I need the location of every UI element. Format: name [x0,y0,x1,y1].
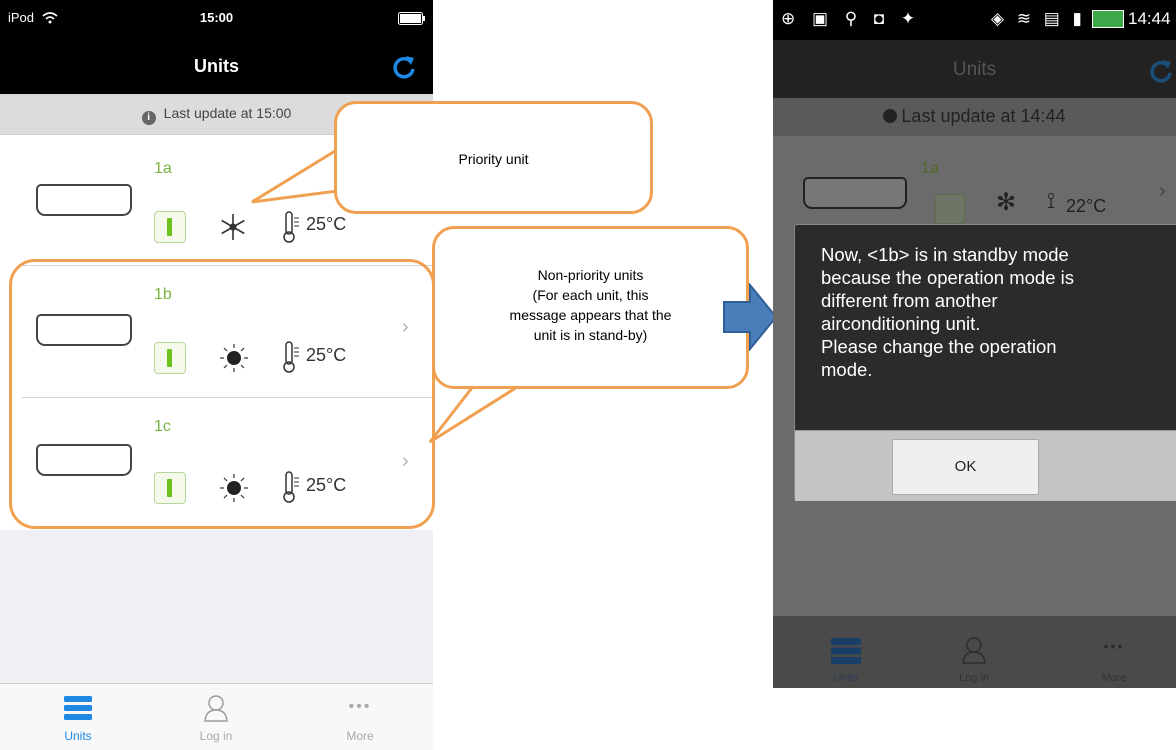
chevron-right-icon: › [1159,180,1166,202]
callout-line: (For each unit, this [532,287,649,303]
power-toggle[interactable] [935,194,965,224]
battery-icon [1092,10,1124,28]
callout-line: Non-priority units [537,267,644,283]
status-time: 14:44 [1128,9,1171,28]
ac-unit-icon [803,177,907,209]
tab-units[interactable]: Units [821,616,871,688]
last-update-row: Last update at 14:44 [773,106,1176,127]
dialog-line: Please change the operation [821,336,1057,357]
android-tab-bar: Units Log in ••• More [773,616,1176,688]
unit-row-1a[interactable]: 1a ✻ ⟟ 22°C › [773,136,1176,236]
page-title: Units [952,59,997,80]
info-icon [883,109,898,123]
standby-dialog: Now, <1b> is in standby mode because the… [794,224,1176,501]
dialog-message: Now, <1b> is in standby mode because the… [821,243,1166,381]
dialog-footer: OK [795,430,1176,501]
callout-text: Priority unit [458,151,529,167]
tab-label: Log in [959,672,989,684]
ok-button[interactable]: OK [892,439,1039,495]
callout-text-block: Non-priority units (For each unit, this … [435,265,746,345]
snowflake-icon: ✻ [996,189,1017,216]
dialog-line: different from another [821,290,998,311]
system-icons: ◈ ≋ ▤ ▮ [991,9,1086,28]
user-icon [962,637,986,664]
temperature-value: 22°C [1066,196,1107,216]
more-dots-icon: ••• [1103,638,1125,654]
dialog-line: airconditioning unit. [821,313,981,334]
callout-mask [338,180,358,200]
arrow-right-icon [723,283,778,351]
unit-name: 1a [921,160,939,177]
notification-icons: ⊕ ▣ ⚲ ◘ ✦ [781,9,922,28]
tab-more[interactable]: ••• More [1089,616,1139,688]
list-icon [831,638,861,664]
callout-line: message appears that the [509,307,672,323]
tab-label: Units [833,672,859,684]
priority-callout: Priority unit [334,101,653,214]
android-screen: ⊕ ▣ ⚲ ◘ ✦ ◈ ≋ ▤ ▮ 14:44 Units Last updat… [773,0,1176,688]
non-priority-callout: Non-priority units (For each unit, this … [432,226,749,389]
android-nav-bar: Units [773,40,1176,98]
refresh-icon[interactable] [1147,57,1175,85]
dialog-line: Now, <1b> is in standby mode [821,244,1069,265]
android-status-bar: ⊕ ▣ ⚲ ◘ ✦ ◈ ≋ ▤ ▮ 14:44 [773,0,1176,40]
last-update-text: Last update at 14:44 [901,106,1066,126]
dialog-line: because the operation mode is [821,267,1075,288]
thermometer-icon: ⟟ [1047,188,1056,213]
tab-label: More [1101,672,1127,684]
tail-join [480,372,520,382]
dialog-line: mode. [821,359,873,380]
last-update-banner: Last update at 14:44 [773,98,1176,136]
tab-login[interactable]: Log in [949,616,999,688]
callout-line: unit is in stand-by) [533,327,648,343]
